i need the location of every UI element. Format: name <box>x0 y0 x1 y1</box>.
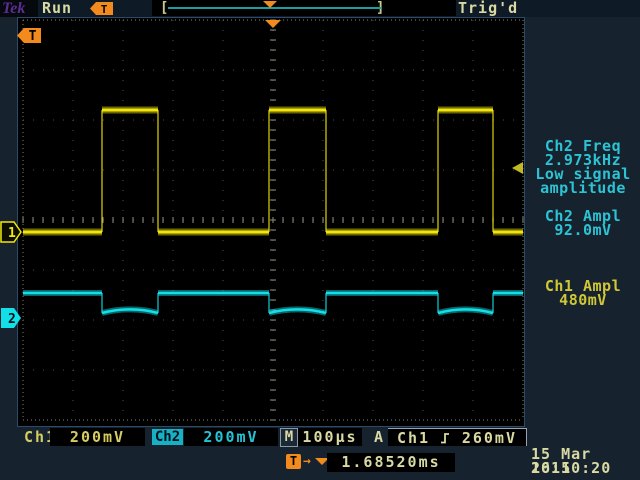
ch2-label-chip: Ch2 <box>152 429 183 445</box>
tek-logo: Tek <box>2 0 25 17</box>
svg-text:T: T <box>101 3 108 16</box>
time-label: 16:50:20 <box>531 461 611 475</box>
measurement-line: 480mV <box>526 293 640 307</box>
ch1-ground-marker-label: 1 <box>8 226 16 241</box>
trigger-t-flag-icon-header: T <box>89 2 115 16</box>
acquisition-status: Run <box>42 0 72 17</box>
trigger-position-marker-icon <box>263 1 277 8</box>
ch2-scale-readout: 200mV <box>184 428 278 446</box>
timebase-label-chip: M <box>280 428 298 447</box>
measurement-ch2-ampl: Ch2 Ampl 92.0mV <box>526 209 640 237</box>
trigger-system-label: A <box>374 428 385 446</box>
timebase-readout: 100µs <box>298 428 362 446</box>
trigger-status: Trig'd <box>458 0 518 17</box>
trigger-arrow-icon: → <box>303 454 311 469</box>
scope-display <box>17 17 525 427</box>
oscilloscope-screen: { "header": { "logo": "Tek", "acq_status… <box>0 0 640 480</box>
measurement-ch1-ampl: Ch1 Ampl 480mV <box>526 279 640 307</box>
measurement-line: amplitude <box>526 181 640 195</box>
trigger-level: 260mV <box>462 429 517 447</box>
ch2-ground-marker-label: 2 <box>8 312 16 327</box>
trigger-t-flag-icon-bottom: T <box>286 454 301 469</box>
measurement-ch2-freq: Ch2 Freq 2.973kHz Low signal amplitude <box>526 139 640 195</box>
header-bar: Tek Run T [ ] Trig'd <box>0 0 640 17</box>
record-view-bar: [ ] <box>152 0 456 16</box>
ch1-scale-readout: 200mV <box>50 428 145 446</box>
tek-logo-box: Tek <box>0 0 38 17</box>
measurement-line: 92.0mV <box>526 223 640 237</box>
trigger-position-readout: 1.68520ms <box>327 453 455 472</box>
trigger-source: Ch1 <box>397 429 430 447</box>
trigger-readout-box: Ch1 260mV <box>388 428 527 446</box>
rising-edge-icon <box>439 431 453 445</box>
